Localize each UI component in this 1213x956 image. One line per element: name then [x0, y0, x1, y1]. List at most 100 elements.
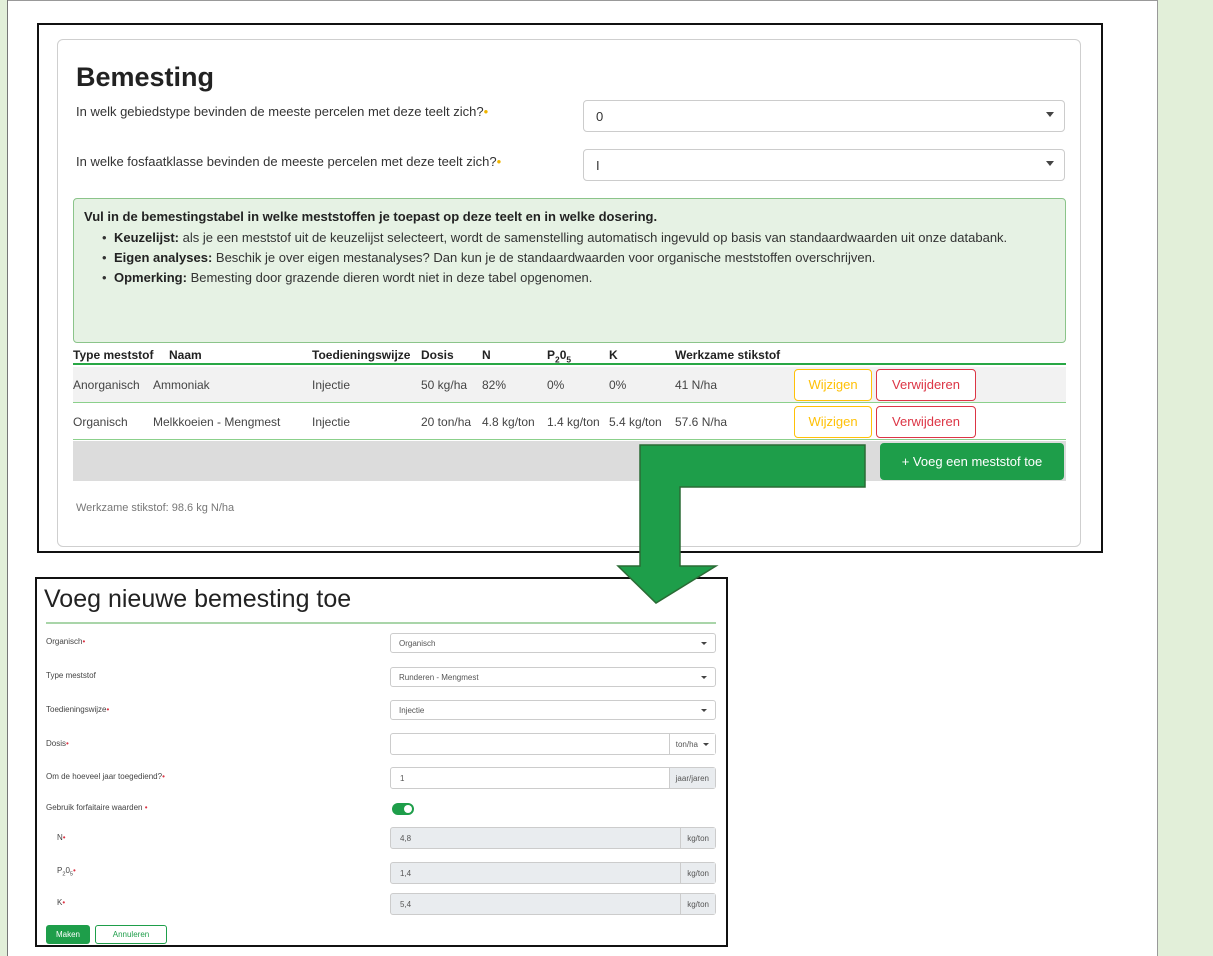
- p2o5-input[interactable]: 1,4 kg/ton: [390, 862, 716, 884]
- col-n: N: [482, 348, 491, 362]
- required-mark: •: [483, 104, 489, 119]
- jaar-unit: jaar/jaren: [668, 768, 715, 788]
- k-input[interactable]: 5,4 kg/ton: [390, 893, 716, 915]
- title-divider: [46, 622, 716, 624]
- jaar-input[interactable]: 1 jaar/jaren: [390, 767, 716, 789]
- total-werkzame-stikstof: Werkzame stikstof: 98.6 kg N/ha: [76, 502, 235, 514]
- toggle-knob: [404, 805, 412, 813]
- delete-button[interactable]: Verwijderen: [876, 369, 976, 401]
- col-toediening: Toedieningswijze: [312, 348, 411, 362]
- bemesting-card: Bemesting In welk gebiedstype bevinden d…: [57, 39, 1081, 547]
- cell-n: 4.8 kg/ton: [482, 415, 535, 429]
- caret-down-icon: [701, 676, 707, 679]
- col-naam: Naam: [169, 348, 202, 362]
- fosfaatklasse-select[interactable]: I: [583, 149, 1065, 181]
- add-meststof-button[interactable]: + Voeg een meststof toe: [880, 443, 1064, 480]
- cell-p: 0%: [547, 378, 565, 392]
- caret-down-icon: [701, 642, 707, 645]
- info-title: Vul in de bemestingstabel in welke mests…: [84, 209, 658, 224]
- required-mark: •: [496, 154, 502, 169]
- cell-toediening: Injectie: [312, 415, 351, 429]
- bullet-icon: •: [102, 230, 107, 245]
- required-mark: •: [144, 803, 148, 812]
- modal-title: Voeg nieuwe bemesting toe: [44, 585, 352, 613]
- page-title: Bemesting: [76, 62, 215, 92]
- caret-down-icon: [1046, 161, 1054, 166]
- cell-p: 1.4 kg/ton: [547, 415, 600, 429]
- cell-werkzame: 57.6 N/ha: [675, 415, 728, 429]
- k-unit: kg/ton: [680, 894, 715, 914]
- cell-n: 82%: [482, 378, 507, 392]
- cell-type: Organisch: [73, 415, 128, 429]
- cell-werkzame: 41 N/ha: [675, 378, 718, 392]
- gebiedstype-label: In welk gebiedstype bevinden de meeste p…: [76, 104, 489, 119]
- info-item-opmerking: • Opmerking: Bemesting door grazende dier…: [84, 268, 1055, 288]
- info-item-eigen-analyses: • Eigen analyses: Beschik je over eigen m…: [84, 248, 1055, 268]
- dosis-input[interactable]: ton/ha: [390, 733, 716, 755]
- required-mark: •: [62, 898, 66, 907]
- cell-toediening: Injectie: [312, 378, 351, 392]
- organisch-label: Organisch•: [46, 637, 86, 646]
- info-box: Vul in de bemestingstabel in welke mests…: [73, 198, 1066, 343]
- cell-type: Anorganisch: [73, 378, 140, 392]
- cell-k: 5.4 kg/ton: [609, 415, 662, 429]
- required-mark: •: [66, 739, 69, 748]
- col-type: Type meststof: [73, 348, 154, 362]
- forfait-toggle[interactable]: [392, 803, 414, 815]
- col-p2o5: P205: [547, 348, 572, 365]
- edit-button[interactable]: Wijzigen: [794, 406, 872, 438]
- required-mark: •: [106, 705, 110, 714]
- required-mark: •: [62, 833, 66, 842]
- info-item-keuzelijst: • Keuzelijst: als je een meststof uit de …: [84, 228, 1055, 248]
- left-margin-panel: [0, 0, 8, 956]
- toedieningswijze-label: Toedieningswijze•: [46, 705, 110, 714]
- required-mark: •: [73, 866, 76, 875]
- cell-naam: Ammoniak: [153, 378, 210, 392]
- table-row: Organisch Melkkoeien - Mengmest Injectie…: [73, 404, 1066, 440]
- bemesting-screenshot: Bemesting In welk gebiedstype bevinden d…: [37, 23, 1103, 553]
- new-bemesting-screenshot: Voeg nieuwe bemesting toe Organisch• Org…: [35, 577, 728, 947]
- toedieningswijze-select[interactable]: Injectie: [390, 700, 716, 720]
- required-mark: •: [162, 772, 165, 781]
- cancel-button[interactable]: Annuleren: [95, 925, 167, 944]
- n-input[interactable]: 4,8 kg/ton: [390, 827, 716, 849]
- edit-button[interactable]: Wijzigen: [794, 369, 872, 401]
- cell-dosis: 50 kg/ha: [421, 378, 468, 392]
- n-label: N•: [57, 833, 66, 842]
- forfait-label: Gebruik forfaitaire waarden •: [46, 803, 148, 812]
- fosfaatklasse-label: In welke fosfaatklasse bevinden de meest…: [76, 154, 502, 169]
- caret-down-icon: [1046, 112, 1054, 117]
- table-row: Anorganisch Ammoniak Injectie 50 kg/ha 8…: [73, 367, 1066, 403]
- col-werkzame: Werkzame stikstof: [675, 348, 781, 362]
- make-button[interactable]: Maken: [46, 925, 90, 944]
- table-header: Type meststof Naam Toedieningswijze Dosi…: [73, 345, 1066, 365]
- gebiedstype-value: 0: [596, 109, 604, 124]
- type-meststof-select[interactable]: Runderen - Mengmest: [390, 667, 716, 687]
- fosfaatklasse-value: I: [596, 158, 600, 173]
- organisch-select[interactable]: Organisch: [390, 633, 716, 653]
- gebiedstype-select[interactable]: 0: [583, 100, 1065, 132]
- page: Bemesting In welk gebiedstype bevinden d…: [0, 0, 1213, 956]
- top-border: [8, 0, 1157, 1]
- type-meststof-label: Type meststof: [46, 671, 96, 680]
- cell-naam: Melkkoeien - Mengmest: [153, 415, 281, 429]
- col-dosis: Dosis: [421, 348, 454, 362]
- jaar-label: Om de hoeveel jaar toegediend?•: [46, 772, 165, 781]
- bullet-icon: •: [102, 270, 107, 285]
- p2o5-unit: kg/ton: [680, 863, 715, 883]
- p2o5-label: P205•: [57, 866, 76, 878]
- caret-down-icon: [701, 709, 707, 712]
- n-unit: kg/ton: [680, 828, 715, 848]
- bullet-icon: •: [102, 250, 107, 265]
- caret-down-icon: [703, 743, 709, 747]
- required-mark: •: [82, 637, 86, 646]
- info-list: • Keuzelijst: als je een meststof uit de …: [84, 228, 1055, 288]
- col-k: K: [609, 348, 618, 362]
- cell-k: 0%: [609, 378, 627, 392]
- cell-dosis: 20 ton/ha: [421, 415, 472, 429]
- dosis-label: Dosis•: [46, 739, 69, 748]
- k-label: K•: [57, 898, 66, 907]
- right-margin-panel: [1157, 0, 1213, 956]
- dosis-unit-select[interactable]: ton/ha: [668, 734, 715, 754]
- delete-button[interactable]: Verwijderen: [876, 406, 976, 438]
